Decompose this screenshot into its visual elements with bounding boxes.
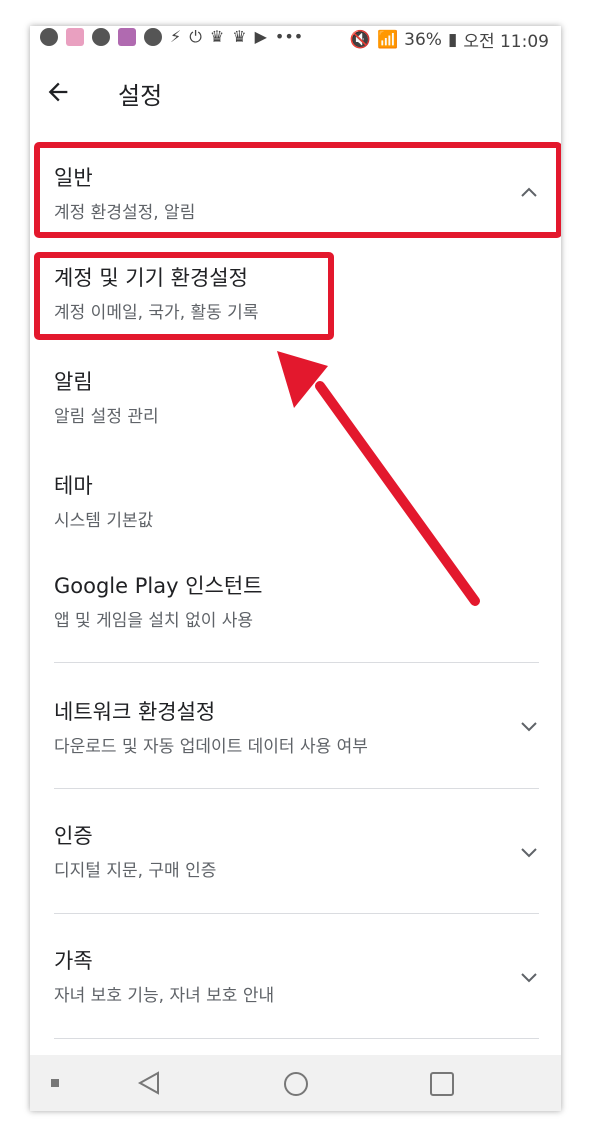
- mute-icon: 🔇: [349, 29, 371, 50]
- section-subtitle: 다운로드 및 자동 업데이트 데이터 사용 여부: [54, 737, 368, 757]
- section-title: 인증: [54, 824, 93, 848]
- section-title: 가족: [54, 949, 93, 973]
- phone-screen: ⚡ ⏻ ♛ ♛ ▶ ••• 🔇 📶 36% ▮ 오전 11:09 설정 일반 계…: [30, 26, 561, 1111]
- divider: [54, 788, 539, 789]
- recents-nav-icon[interactable]: [428, 1070, 456, 1098]
- item-title: Google Play 인스턴트: [54, 574, 263, 598]
- item-title: 테마: [54, 474, 93, 498]
- clock: 오전 11:09: [463, 32, 549, 52]
- battery-percent: 36%: [404, 29, 442, 50]
- highlight-box-account: [34, 252, 334, 340]
- section-title: 네트워크 환경설정: [54, 700, 216, 724]
- home-nav-icon[interactable]: [282, 1070, 310, 1098]
- divider: [54, 913, 539, 914]
- kakaotalk-icon: [40, 28, 58, 46]
- section-subtitle: 디지털 지문, 구매 인증: [54, 861, 217, 881]
- highlight-box-general: [34, 142, 561, 238]
- settings-section-auth[interactable]: 인증 디지털 지문, 구매 인증: [30, 790, 561, 914]
- bolt-icon: ⚡: [170, 27, 182, 46]
- page-title: 설정: [118, 82, 163, 110]
- divider: [54, 1038, 539, 1039]
- chevron-down-icon: [521, 722, 537, 732]
- chevron-down-icon: [521, 848, 537, 858]
- back-nav-icon[interactable]: [136, 1070, 162, 1096]
- system-icons: 🔇 📶 36% ▮ 오전 11:09: [349, 27, 549, 53]
- item-subtitle: 앱 및 게임을 설치 없이 사용: [54, 611, 254, 631]
- item-subtitle: 알림 설정 관리: [54, 407, 159, 427]
- app-notification-icon: [92, 28, 110, 46]
- game-notification-icon: [118, 28, 136, 46]
- battery-icon: ▮: [447, 29, 458, 50]
- app-notification-icon: [66, 28, 84, 46]
- notification-icons: ⚡ ⏻ ♛ ♛ ▶ •••: [40, 28, 303, 46]
- settings-item-play-instant[interactable]: Google Play 인스턴트 앱 및 게임을 설치 없이 사용: [30, 564, 561, 664]
- app-bar: 설정: [30, 66, 561, 122]
- app-notification-icon: [144, 28, 162, 46]
- settings-section-network[interactable]: 네트워크 환경설정 다운로드 및 자동 업데이트 데이터 사용 여부: [30, 664, 561, 788]
- pin-icon[interactable]: [50, 1078, 60, 1088]
- back-arrow-icon[interactable]: [44, 78, 72, 106]
- item-title: 알림: [54, 370, 93, 394]
- status-bar: ⚡ ⏻ ♛ ♛ ▶ ••• 🔇 📶 36% ▮ 오전 11:09: [30, 26, 561, 52]
- item-subtitle: 시스템 기본값: [54, 511, 154, 531]
- divider: [54, 662, 539, 663]
- section-subtitle: 자녀 보호 기능, 자녀 보호 안내: [54, 986, 275, 1006]
- power-icon: ⏻: [189, 27, 202, 46]
- crown-icon: ♛: [209, 27, 225, 46]
- youtube-icon: ▶: [254, 27, 267, 46]
- wifi-icon: 📶: [376, 29, 399, 50]
- settings-item-notifications[interactable]: 알림 알림 설정 관리: [30, 356, 561, 456]
- settings-item-theme[interactable]: 테마 시스템 기본값: [30, 460, 561, 560]
- chevron-down-icon: [521, 973, 537, 983]
- settings-section-family[interactable]: 가족 자녀 보호 기능, 자녀 보호 안내: [30, 915, 561, 1039]
- crown-icon: ♛: [232, 27, 247, 46]
- system-navigation-bar: [30, 1055, 561, 1111]
- more-notifications: •••: [274, 27, 304, 46]
